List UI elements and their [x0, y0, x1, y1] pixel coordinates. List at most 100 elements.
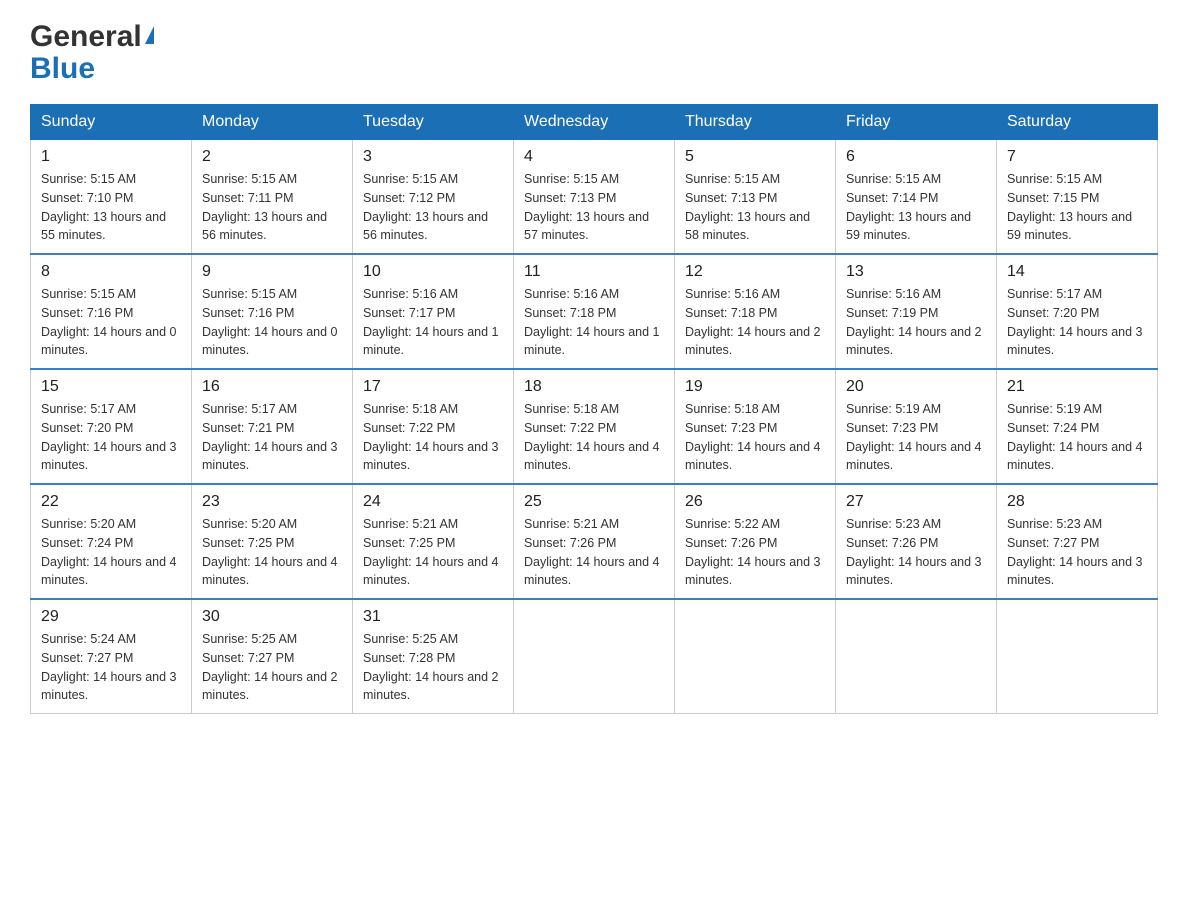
day-number: 4 [524, 148, 664, 166]
calendar-cell: 10 Sunrise: 5:16 AM Sunset: 7:17 PM Dayl… [353, 254, 514, 369]
day-number: 17 [363, 378, 503, 396]
day-number: 24 [363, 493, 503, 511]
day-number: 2 [202, 148, 342, 166]
calendar-week-1: 1 Sunrise: 5:15 AM Sunset: 7:10 PM Dayli… [31, 140, 1158, 255]
day-info: Sunrise: 5:17 AM Sunset: 7:21 PM Dayligh… [202, 400, 342, 475]
calendar-cell [514, 599, 675, 714]
logo-general: General [30, 20, 142, 54]
day-info: Sunrise: 5:15 AM Sunset: 7:16 PM Dayligh… [41, 285, 181, 360]
day-number: 29 [41, 608, 181, 626]
day-info: Sunrise: 5:19 AM Sunset: 7:23 PM Dayligh… [846, 400, 986, 475]
calendar-cell [675, 599, 836, 714]
day-number: 18 [524, 378, 664, 396]
calendar-table: SundayMondayTuesdayWednesdayThursdayFrid… [30, 104, 1158, 714]
header-wednesday: Wednesday [514, 105, 675, 140]
calendar-header-row: SundayMondayTuesdayWednesdayThursdayFrid… [31, 105, 1158, 140]
day-number: 22 [41, 493, 181, 511]
day-info: Sunrise: 5:15 AM Sunset: 7:14 PM Dayligh… [846, 170, 986, 245]
logo-blue: Blue [30, 54, 95, 84]
day-number: 21 [1007, 378, 1147, 396]
calendar-cell: 2 Sunrise: 5:15 AM Sunset: 7:11 PM Dayli… [192, 140, 353, 255]
day-info: Sunrise: 5:16 AM Sunset: 7:17 PM Dayligh… [363, 285, 503, 360]
header-sunday: Sunday [31, 105, 192, 140]
day-info: Sunrise: 5:17 AM Sunset: 7:20 PM Dayligh… [41, 400, 181, 475]
calendar-cell: 9 Sunrise: 5:15 AM Sunset: 7:16 PM Dayli… [192, 254, 353, 369]
header-thursday: Thursday [675, 105, 836, 140]
calendar-cell: 11 Sunrise: 5:16 AM Sunset: 7:18 PM Dayl… [514, 254, 675, 369]
day-info: Sunrise: 5:19 AM Sunset: 7:24 PM Dayligh… [1007, 400, 1147, 475]
day-info: Sunrise: 5:15 AM Sunset: 7:13 PM Dayligh… [685, 170, 825, 245]
day-number: 9 [202, 263, 342, 281]
day-info: Sunrise: 5:16 AM Sunset: 7:18 PM Dayligh… [524, 285, 664, 360]
day-number: 25 [524, 493, 664, 511]
calendar-cell: 29 Sunrise: 5:24 AM Sunset: 7:27 PM Dayl… [31, 599, 192, 714]
day-number: 6 [846, 148, 986, 166]
calendar-cell: 5 Sunrise: 5:15 AM Sunset: 7:13 PM Dayli… [675, 140, 836, 255]
day-info: Sunrise: 5:22 AM Sunset: 7:26 PM Dayligh… [685, 515, 825, 590]
day-info: Sunrise: 5:23 AM Sunset: 7:26 PM Dayligh… [846, 515, 986, 590]
calendar-cell: 17 Sunrise: 5:18 AM Sunset: 7:22 PM Dayl… [353, 369, 514, 484]
calendar-cell: 4 Sunrise: 5:15 AM Sunset: 7:13 PM Dayli… [514, 140, 675, 255]
calendar-cell: 19 Sunrise: 5:18 AM Sunset: 7:23 PM Dayl… [675, 369, 836, 484]
calendar-cell: 1 Sunrise: 5:15 AM Sunset: 7:10 PM Dayli… [31, 140, 192, 255]
calendar-cell: 23 Sunrise: 5:20 AM Sunset: 7:25 PM Dayl… [192, 484, 353, 599]
calendar-cell [997, 599, 1158, 714]
day-number: 1 [41, 148, 181, 166]
day-info: Sunrise: 5:24 AM Sunset: 7:27 PM Dayligh… [41, 630, 181, 705]
calendar-week-2: 8 Sunrise: 5:15 AM Sunset: 7:16 PM Dayli… [31, 254, 1158, 369]
day-info: Sunrise: 5:15 AM Sunset: 7:10 PM Dayligh… [41, 170, 181, 245]
day-number: 5 [685, 148, 825, 166]
calendar-cell: 28 Sunrise: 5:23 AM Sunset: 7:27 PM Dayl… [997, 484, 1158, 599]
calendar-cell [836, 599, 997, 714]
logo: General Blue [30, 20, 154, 84]
day-number: 15 [41, 378, 181, 396]
day-info: Sunrise: 5:23 AM Sunset: 7:27 PM Dayligh… [1007, 515, 1147, 590]
day-number: 19 [685, 378, 825, 396]
calendar-cell: 7 Sunrise: 5:15 AM Sunset: 7:15 PM Dayli… [997, 140, 1158, 255]
calendar-cell: 30 Sunrise: 5:25 AM Sunset: 7:27 PM Dayl… [192, 599, 353, 714]
day-info: Sunrise: 5:15 AM Sunset: 7:13 PM Dayligh… [524, 170, 664, 245]
day-number: 3 [363, 148, 503, 166]
day-number: 13 [846, 263, 986, 281]
day-info: Sunrise: 5:15 AM Sunset: 7:11 PM Dayligh… [202, 170, 342, 245]
day-info: Sunrise: 5:18 AM Sunset: 7:22 PM Dayligh… [524, 400, 664, 475]
day-info: Sunrise: 5:15 AM Sunset: 7:16 PM Dayligh… [202, 285, 342, 360]
day-info: Sunrise: 5:18 AM Sunset: 7:23 PM Dayligh… [685, 400, 825, 475]
day-number: 7 [1007, 148, 1147, 166]
day-number: 16 [202, 378, 342, 396]
day-number: 23 [202, 493, 342, 511]
calendar-cell: 27 Sunrise: 5:23 AM Sunset: 7:26 PM Dayl… [836, 484, 997, 599]
day-info: Sunrise: 5:20 AM Sunset: 7:25 PM Dayligh… [202, 515, 342, 590]
day-number: 30 [202, 608, 342, 626]
day-info: Sunrise: 5:25 AM Sunset: 7:27 PM Dayligh… [202, 630, 342, 705]
header-saturday: Saturday [997, 105, 1158, 140]
calendar-week-4: 22 Sunrise: 5:20 AM Sunset: 7:24 PM Dayl… [31, 484, 1158, 599]
calendar-cell: 18 Sunrise: 5:18 AM Sunset: 7:22 PM Dayl… [514, 369, 675, 484]
calendar-cell: 13 Sunrise: 5:16 AM Sunset: 7:19 PM Dayl… [836, 254, 997, 369]
day-info: Sunrise: 5:20 AM Sunset: 7:24 PM Dayligh… [41, 515, 181, 590]
calendar-cell: 31 Sunrise: 5:25 AM Sunset: 7:28 PM Dayl… [353, 599, 514, 714]
header-monday: Monday [192, 105, 353, 140]
calendar-cell: 6 Sunrise: 5:15 AM Sunset: 7:14 PM Dayli… [836, 140, 997, 255]
calendar-cell: 8 Sunrise: 5:15 AM Sunset: 7:16 PM Dayli… [31, 254, 192, 369]
day-info: Sunrise: 5:15 AM Sunset: 7:15 PM Dayligh… [1007, 170, 1147, 245]
calendar-cell: 16 Sunrise: 5:17 AM Sunset: 7:21 PM Dayl… [192, 369, 353, 484]
day-number: 10 [363, 263, 503, 281]
day-info: Sunrise: 5:21 AM Sunset: 7:25 PM Dayligh… [363, 515, 503, 590]
header-friday: Friday [836, 105, 997, 140]
day-info: Sunrise: 5:25 AM Sunset: 7:28 PM Dayligh… [363, 630, 503, 705]
day-number: 27 [846, 493, 986, 511]
calendar-cell: 3 Sunrise: 5:15 AM Sunset: 7:12 PM Dayli… [353, 140, 514, 255]
calendar-cell: 22 Sunrise: 5:20 AM Sunset: 7:24 PM Dayl… [31, 484, 192, 599]
day-number: 14 [1007, 263, 1147, 281]
header-tuesday: Tuesday [353, 105, 514, 140]
logo-triangle-icon [145, 26, 154, 44]
day-info: Sunrise: 5:16 AM Sunset: 7:19 PM Dayligh… [846, 285, 986, 360]
calendar-week-5: 29 Sunrise: 5:24 AM Sunset: 7:27 PM Dayl… [31, 599, 1158, 714]
calendar-cell: 26 Sunrise: 5:22 AM Sunset: 7:26 PM Dayl… [675, 484, 836, 599]
calendar-cell: 15 Sunrise: 5:17 AM Sunset: 7:20 PM Dayl… [31, 369, 192, 484]
calendar-cell: 20 Sunrise: 5:19 AM Sunset: 7:23 PM Dayl… [836, 369, 997, 484]
day-number: 8 [41, 263, 181, 281]
day-number: 12 [685, 263, 825, 281]
calendar-cell: 21 Sunrise: 5:19 AM Sunset: 7:24 PM Dayl… [997, 369, 1158, 484]
